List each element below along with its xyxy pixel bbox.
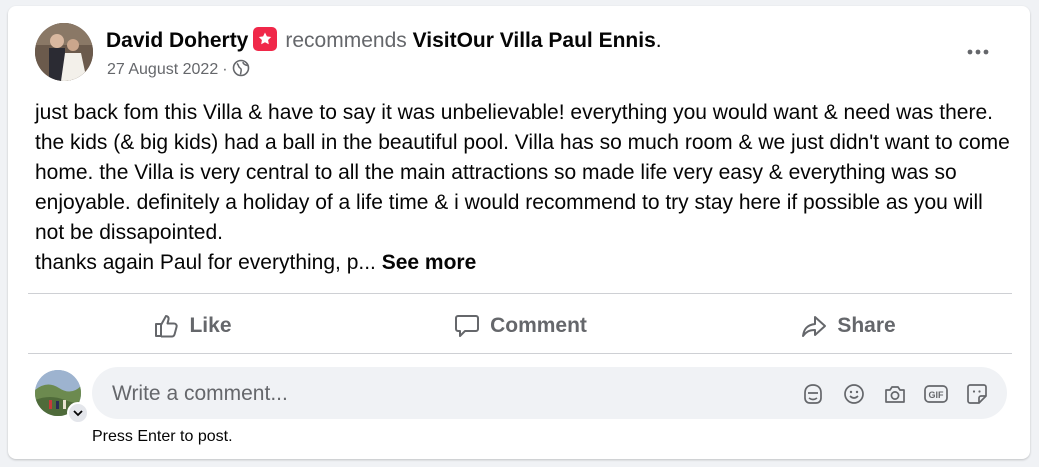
globe-icon bbox=[232, 59, 250, 82]
sticker-icon[interactable] bbox=[964, 381, 990, 407]
post-meta: 27 August 2022 · bbox=[107, 59, 250, 82]
comment-button[interactable]: Comment bbox=[356, 306, 684, 346]
more-options-icon[interactable] bbox=[962, 36, 994, 68]
gif-icon[interactable]: GIF bbox=[923, 381, 949, 407]
comment-box: GIF bbox=[92, 367, 1007, 421]
page-suffix: . bbox=[655, 29, 662, 52]
like-label: Like bbox=[189, 314, 232, 337]
recommends-text: recommends bbox=[285, 29, 407, 52]
camera-icon[interactable] bbox=[882, 381, 908, 407]
author-avatar[interactable] bbox=[35, 23, 93, 81]
share-button[interactable]: Share bbox=[684, 306, 1012, 346]
press-enter-hint: Press Enter to post. bbox=[92, 428, 233, 445]
comment-input[interactable] bbox=[110, 367, 754, 421]
post-body-text: just back fom this Villa & have to say i… bbox=[35, 101, 1010, 274]
like-button[interactable]: Like bbox=[28, 306, 356, 346]
svg-text:GIF: GIF bbox=[929, 390, 945, 400]
see-more-link[interactable]: See more bbox=[382, 251, 477, 274]
chevron-down-icon[interactable] bbox=[67, 402, 89, 424]
recommends-badge-icon bbox=[253, 27, 278, 51]
emoji-icon[interactable] bbox=[841, 381, 867, 407]
meta-separator: · bbox=[222, 61, 228, 78]
share-label: Share bbox=[837, 314, 896, 337]
divider bbox=[28, 353, 1012, 354]
post-date[interactable]: 27 August 2022 bbox=[107, 61, 218, 78]
divider bbox=[28, 293, 1012, 294]
avatar-sticker-icon[interactable] bbox=[800, 381, 826, 407]
post-body: just back fom this Villa & have to say i… bbox=[35, 98, 1015, 278]
post-card: David Doherty recommends VisitOur Villa P… bbox=[8, 6, 1030, 459]
author-name[interactable]: David Doherty bbox=[106, 29, 248, 52]
share-icon bbox=[802, 316, 827, 337]
comment-label: Comment bbox=[490, 314, 587, 337]
page-name-link[interactable]: VisitOur Villa Paul Ennis bbox=[413, 29, 656, 52]
post-header: David Doherty recommends VisitOur Villa P… bbox=[106, 27, 662, 53]
like-icon bbox=[155, 315, 179, 338]
comment-icon bbox=[455, 315, 480, 337]
